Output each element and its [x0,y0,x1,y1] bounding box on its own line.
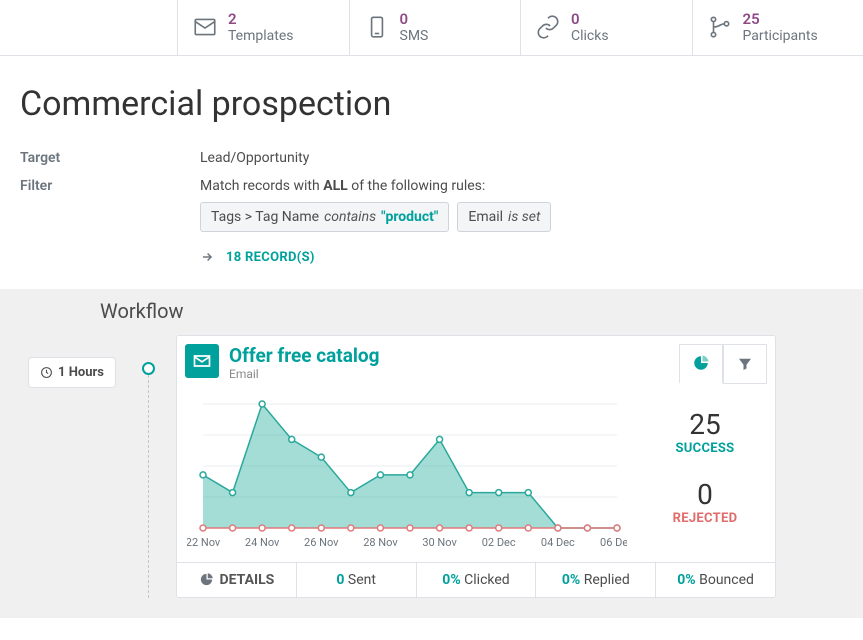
page-title: Commercial prospection [20,84,843,124]
filter-label: Filter [20,178,200,194]
stat-num: 0 [400,10,429,28]
filter-intro-post: of the following rules: [348,178,486,194]
stat-label: SMS [400,28,429,45]
bounced-lbl: Bounced [699,572,754,588]
chip-field: Tags > Tag Name [211,209,319,225]
svg-text:28 Nov: 28 Nov [363,536,398,549]
clicked-lbl: Clicked [464,572,510,588]
svg-text:26 Nov: 26 Nov [304,536,339,549]
filter-toggle-button[interactable] [723,344,767,384]
svg-text:24 Nov: 24 Nov [245,536,280,549]
envelope-icon [192,351,212,371]
svg-text:30 Nov: 30 Nov [422,536,457,549]
sent-lbl: Sent [348,572,376,588]
timeline-line [148,375,149,598]
stat-label: Templates [228,28,294,45]
chip-op: contains [324,209,376,225]
stats-bar: 2 Templates 0 SMS 0 Clicks 25 Participan… [0,0,863,56]
details-button[interactable]: DETAILS [177,563,297,597]
rejected-count: 0 [645,478,765,511]
details-label: DETAILS [220,572,275,588]
workflow-section: Workflow 1 Hours Offer free catalog Emai… [0,289,863,618]
filter-intro-pre: Match records with [200,178,323,194]
link-icon [535,14,561,40]
success-count: 25 [645,408,765,441]
workflow-card: Offer free catalog Email 22 Nov 24 Nov 26 … [176,335,776,598]
timeline-dot [142,362,155,375]
footer-sent[interactable]: 0 Sent [297,563,417,597]
svg-text:04 Dec: 04 Dec [541,536,575,549]
clicked-num: 0% [442,572,460,588]
chart-toggle-button[interactable] [679,344,723,384]
stat-num: 2 [228,10,294,28]
filter-chip-email[interactable]: Email is set [457,202,551,232]
svg-text:22 Nov: 22 Nov [187,536,221,549]
card-type-icon [185,344,219,378]
stat-label: Participants [743,28,818,45]
stat-templates[interactable]: 2 Templates [178,0,350,55]
pie-chart-icon [692,354,710,372]
envelope-icon [192,14,218,40]
filter-intro-bold: ALL [323,178,348,194]
clock-icon [40,366,53,379]
card-subtitle: Email [229,367,679,381]
rejected-label: REJECTED [645,511,765,526]
chip-field: Email [468,209,503,225]
filter-chip-tags[interactable]: Tags > Tag Name contains "product" [200,202,449,232]
svg-text:06 Dec: 06 Dec [600,536,627,549]
chip-op: is set [508,209,540,225]
sent-num: 0 [336,572,344,588]
replied-num: 0% [562,572,580,588]
chart-area: 22 Nov 24 Nov 26 Nov 28 Nov 30 Nov 02 Dec 04 D… [187,396,645,558]
bounced-num: 0% [677,572,695,588]
arrow-right-icon [200,250,214,264]
funnel-icon [736,355,754,373]
target-label: Target [20,150,200,166]
delay-pill[interactable]: 1 Hours [28,357,116,388]
filter-intro: Match records with ALL of the following … [200,178,551,194]
workflow-heading: Workflow [0,289,843,335]
stat-sms[interactable]: 0 SMS [350,0,522,55]
footer-bounced[interactable]: 0% Bounced [656,563,775,597]
stat-clicks[interactable]: 0 Clicks [521,0,693,55]
area-chart: 22 Nov 24 Nov 26 Nov 28 Nov 30 Nov 02 Dec 04 D… [187,396,627,554]
success-label: SUCCESS [645,441,765,456]
stat-label: Clicks [571,28,609,45]
records-link[interactable]: 18 RECORD(S) [226,250,315,265]
branch-icon [707,14,733,40]
replied-lbl: Replied [584,572,630,588]
card-title[interactable]: Offer free catalog [229,344,679,367]
pie-chart-icon [199,572,214,587]
stats-spacer [0,0,178,55]
mobile-icon [364,14,390,40]
footer-replied[interactable]: 0% Replied [536,563,656,597]
stat-num: 25 [743,10,818,28]
target-value: Lead/Opportunity [200,150,309,166]
stat-num: 0 [571,10,609,28]
svg-text:02 Dec: 02 Dec [482,536,516,549]
chip-value: "product" [381,209,438,225]
delay-text: 1 Hours [58,365,104,380]
footer-clicked[interactable]: 0% Clicked [417,563,537,597]
stat-participants[interactable]: 25 Participants [693,0,863,55]
